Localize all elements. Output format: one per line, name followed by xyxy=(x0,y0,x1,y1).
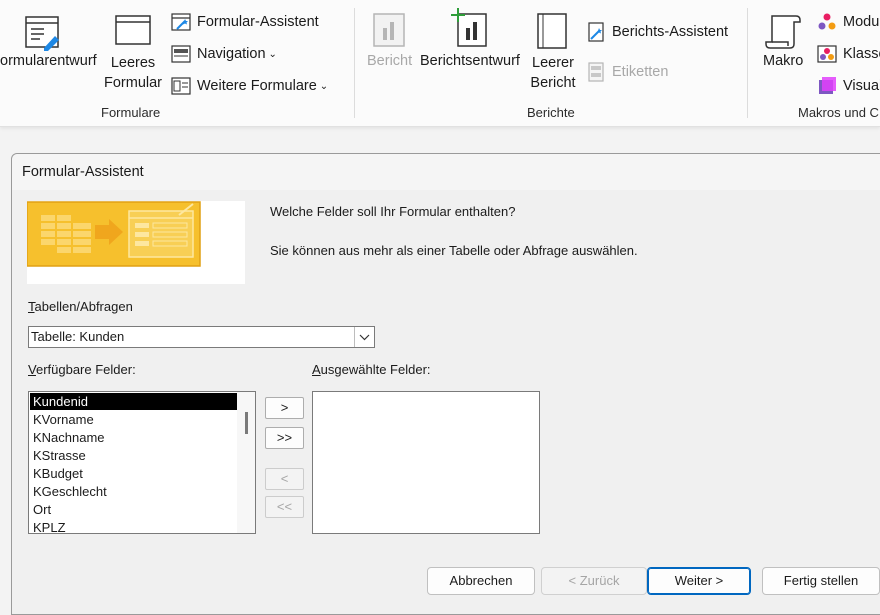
macro-scroll-icon xyxy=(765,15,801,49)
report-design-button[interactable]: Berichtsentwurf xyxy=(420,53,520,69)
visual-basic-icon xyxy=(819,77,836,94)
wizard-banner-image xyxy=(26,201,245,284)
labels-icon xyxy=(588,62,604,82)
selected-fields-accesskey: A xyxy=(312,362,321,377)
form-wizard-button[interactable]: Formular-Assistent xyxy=(171,11,319,33)
visual-basic-button[interactable]: Visual xyxy=(817,75,880,97)
form-design-button[interactable]: ormularentwurf xyxy=(0,53,97,69)
blank-report-label-line1: Leerer xyxy=(532,55,574,71)
blank-form-label-line2: Formular xyxy=(103,75,162,91)
blank-report-button[interactable]: Leerer Bericht xyxy=(524,53,582,93)
report-design-icon xyxy=(451,8,487,47)
chevron-down-icon: ⌄ xyxy=(319,80,329,92)
module-label: Modu xyxy=(843,14,880,30)
visual-basic-label: Visual xyxy=(843,78,880,94)
vertical-scrollbar[interactable] xyxy=(237,392,255,533)
cancel-button[interactable]: Abbrechen xyxy=(427,567,535,595)
class-module-button[interactable]: Klasse xyxy=(817,43,880,65)
remove-all-fields-button[interactable]: << xyxy=(265,496,304,518)
dialog-titlebar[interactable]: Formular-Assistent xyxy=(12,154,880,190)
finish-button[interactable]: Fertig stellen xyxy=(762,567,880,595)
tables-queries-label-text: abellen/Abfragen xyxy=(34,299,133,314)
wizard-illustration-icon xyxy=(26,201,201,267)
blank-report-icon xyxy=(537,13,567,49)
table-select-value: Tabelle: Kunden xyxy=(31,329,125,344)
report-wizard-label: Berichts-Assistent xyxy=(612,24,729,40)
module-icon xyxy=(818,13,836,30)
back-button[interactable]: < Zurück xyxy=(541,567,647,595)
ribbon: ormularentwurf Leeres Formular Formular-… xyxy=(0,0,880,127)
macro-button[interactable]: Makro xyxy=(763,53,803,69)
available-fields-accesskey: V xyxy=(28,362,36,377)
chevron-down-icon: ⌄ xyxy=(268,48,277,60)
form-design-icon xyxy=(25,16,59,51)
wizard-wand-icon xyxy=(588,22,604,42)
available-fields-list[interactable]: Kundenid KVorname KNachname KStrasse KBu… xyxy=(28,391,256,534)
tables-queries-label: Tabellen/Abfragen xyxy=(28,299,133,314)
list-item[interactable]: KStrasse xyxy=(30,447,238,464)
list-item[interactable]: Ort xyxy=(30,501,238,518)
dialog-title: Formular-Assistent xyxy=(22,164,144,180)
chevron-down-icon xyxy=(359,334,370,341)
available-fields-label-text: erfügbare Felder: xyxy=(35,362,136,377)
module-button[interactable]: Modu xyxy=(817,11,879,33)
labels-label: Etiketten xyxy=(612,64,669,80)
report-wizard-button[interactable]: Berichts-Assistent xyxy=(586,21,728,43)
blank-report-label-line2: Bericht xyxy=(530,75,576,91)
report-icon xyxy=(373,13,405,47)
add-field-button[interactable]: > xyxy=(265,397,304,419)
wizard-question: Welche Felder soll Ihr Formular enthalte… xyxy=(270,204,516,219)
list-item[interactable]: KPLZ xyxy=(30,519,238,533)
selected-fields-label: Ausgewählte Felder: xyxy=(312,362,431,377)
navigation-label: Navigation xyxy=(197,46,266,62)
available-fields-label: Verfügbare Felder: xyxy=(28,362,136,377)
wizard-wand-icon xyxy=(171,13,191,31)
blank-form-label-line1: Leeres xyxy=(110,55,156,71)
list-item[interactable]: KBudget xyxy=(30,465,238,482)
form-wizard-dialog: Formular-Assistent Welche Felder soll Ih… xyxy=(11,153,880,615)
table-select-dropdown-button[interactable] xyxy=(354,327,374,347)
selected-fields-list[interactable] xyxy=(312,391,540,534)
group-label-berichte: Berichte xyxy=(527,105,575,120)
more-forms-dropdown[interactable]: Weitere Formulare ⌄ xyxy=(171,75,328,97)
blank-form-button[interactable]: Leeres Formular xyxy=(100,53,166,93)
scrollbar-thumb[interactable] xyxy=(245,412,248,434)
list-item[interactable]: KNachname xyxy=(30,429,238,446)
remove-field-button[interactable]: < xyxy=(265,468,304,490)
more-forms-icon xyxy=(171,77,191,95)
add-all-fields-button[interactable]: >> xyxy=(265,427,304,449)
table-select[interactable]: Tabelle: Kunden xyxy=(28,326,375,348)
more-forms-label: Weitere Formulare xyxy=(197,78,317,94)
class-module-label: Klasse xyxy=(843,46,880,62)
next-button[interactable]: Weiter > xyxy=(647,567,751,595)
labels-button[interactable]: Etiketten xyxy=(586,61,668,83)
group-label-formulare: Formulare xyxy=(101,105,161,120)
class-module-icon xyxy=(817,45,837,63)
navigation-form-icon xyxy=(171,45,191,63)
group-label-makros: Makros und C xyxy=(798,105,879,120)
ribbon-separator xyxy=(747,8,748,118)
blank-form-icon xyxy=(115,15,151,45)
form-wizard-label: Formular-Assistent xyxy=(197,14,319,30)
list-item[interactable]: KGeschlecht xyxy=(30,483,238,500)
selected-fields-label-text: usgewählte Felder: xyxy=(320,362,431,377)
ribbon-separator xyxy=(354,8,355,118)
navigation-dropdown[interactable]: Navigation ⌄ xyxy=(171,43,277,65)
list-item[interactable]: Kundenid xyxy=(30,393,238,410)
list-item[interactable]: KVorname xyxy=(30,411,238,428)
wizard-hint: Sie können aus mehr als einer Tabelle od… xyxy=(270,243,638,258)
report-button[interactable]: Bericht xyxy=(367,53,412,69)
